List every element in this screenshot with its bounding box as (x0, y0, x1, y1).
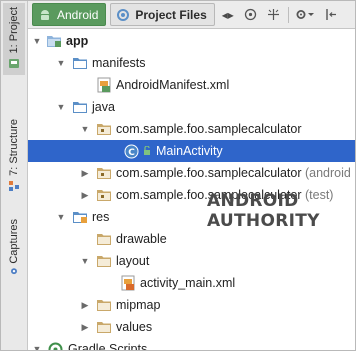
side-tab-project-label: 1: Project (8, 7, 20, 54)
expand-arrow-icon[interactable]: ▼ (56, 58, 66, 68)
collapse-arrow-icon[interactable]: ▶ (80, 190, 90, 200)
folder-icon (97, 234, 111, 245)
tree-label-mipmap: mipmap (116, 298, 161, 312)
tab-project-files[interactable]: Project Files (110, 3, 215, 26)
target-icon[interactable] (241, 4, 261, 25)
package-icon (97, 124, 111, 135)
side-tab-captures-label: Captures (8, 219, 20, 264)
folder-icon (97, 300, 111, 311)
structure-icon (9, 180, 19, 191)
tree-label-app: app (66, 34, 89, 48)
gradle-icon (48, 342, 63, 350)
collapse-arrow-icon[interactable]: ▶ (80, 322, 90, 332)
tree-node-drawable[interactable]: drawable (28, 228, 355, 250)
expand-arrow-icon[interactable]: ▼ (80, 256, 90, 266)
tree-label-values: values (116, 320, 153, 334)
tab-project-files-label: Project Files (135, 7, 207, 22)
hide-icon[interactable] (321, 4, 341, 25)
svg-text:C: C (128, 148, 135, 158)
tab-android[interactable]: Android (32, 3, 107, 26)
tree-label-res: res (92, 210, 110, 224)
scroll-arrows-icon[interactable]: ◂▸ (218, 4, 238, 25)
package-icon (97, 168, 111, 179)
tree-node-layout[interactable]: ▼ layout (28, 250, 355, 272)
expand-arrow-icon[interactable]: ▼ (56, 102, 66, 112)
tree-node-package-android-test[interactable]: ▶ com.sample.foo.samplecalculator (andro… (28, 162, 355, 184)
android-project-icon (9, 59, 19, 69)
captures-icon (11, 267, 17, 274)
tree-label-java: java (92, 100, 115, 114)
folder-icon (73, 58, 87, 69)
side-tab-project[interactable]: 1: Project (3, 3, 25, 75)
watermark-logo: ANDROID AUTHORITY (207, 191, 320, 231)
tree-node-activity-main[interactable]: activity_main.xml (28, 272, 355, 294)
tree-label-drawable: drawable (116, 232, 167, 246)
folder-icon (73, 102, 87, 113)
tree-node-main-activity[interactable]: C MainActivity (28, 140, 355, 162)
tree-label-package-main: com.sample.foo.samplecalculator (116, 122, 302, 136)
gear-dropdown-icon[interactable] (292, 4, 318, 25)
tree-node-app[interactable]: ▼ app (28, 30, 355, 52)
project-files-icon (117, 8, 130, 21)
manifest-file-icon (97, 77, 111, 93)
layout-file-icon (121, 275, 135, 291)
resource-folder-icon (73, 212, 87, 223)
tab-android-label: Android (57, 7, 99, 22)
tree-label-layout: layout (116, 254, 150, 268)
lock-open-icon (144, 146, 150, 155)
project-tool-window: 1: Project 7: Structure Captures Android… (0, 0, 356, 351)
tree-label-activity-main: activity_main.xml (140, 276, 236, 290)
class-icon: C (124, 144, 139, 159)
project-toolbar: Android Project Files ◂▸ (28, 1, 355, 29)
expand-arrow-icon[interactable]: ▼ (32, 344, 42, 350)
android-icon (41, 9, 49, 20)
collapse-icon[interactable] (264, 4, 284, 25)
toolbar-separator (287, 6, 289, 23)
module-folder-icon (47, 36, 61, 47)
collapse-arrow-icon[interactable]: ▶ (80, 168, 90, 178)
package-icon (97, 190, 111, 201)
tree-label-manifests: manifests (92, 56, 146, 70)
tree-node-gradle-scripts[interactable]: ▼ Gradle Scripts (28, 338, 355, 351)
tree-node-manifests[interactable]: ▼ manifests (28, 52, 355, 74)
tree-label-package-android-test: com.sample.foo.samplecalculator (116, 166, 302, 180)
tree-node-values[interactable]: ▶ values (28, 316, 355, 338)
expand-arrow-icon[interactable]: ▼ (80, 124, 90, 134)
expand-arrow-icon[interactable]: ▼ (56, 212, 66, 222)
tree-label-main-activity: MainActivity (156, 144, 223, 158)
tool-window-strip: 1: Project 7: Structure Captures (1, 1, 28, 350)
tree-label-gradle-scripts: Gradle Scripts (68, 342, 148, 351)
collapse-arrow-icon[interactable]: ▶ (80, 300, 90, 310)
side-tab-structure[interactable]: 7: Structure (3, 115, 25, 195)
folder-icon (97, 256, 111, 267)
side-tab-captures[interactable]: Captures (3, 215, 25, 275)
folder-icon (97, 322, 111, 333)
expand-arrow-icon[interactable]: ▼ (32, 36, 42, 46)
tree-node-android-manifest[interactable]: AndroidManifest.xml (28, 74, 355, 96)
tree-suffix-android-test: (android (304, 166, 351, 180)
tree-node-package-main[interactable]: ▼ com.sample.foo.samplecalculator (28, 118, 355, 140)
side-tab-structure-label: 7: Structure (8, 119, 20, 176)
tree-node-mipmap[interactable]: ▶ mipmap (28, 294, 355, 316)
tree-label-android-manifest: AndroidManifest.xml (116, 78, 230, 92)
tree-node-java[interactable]: ▼ java (28, 96, 355, 118)
